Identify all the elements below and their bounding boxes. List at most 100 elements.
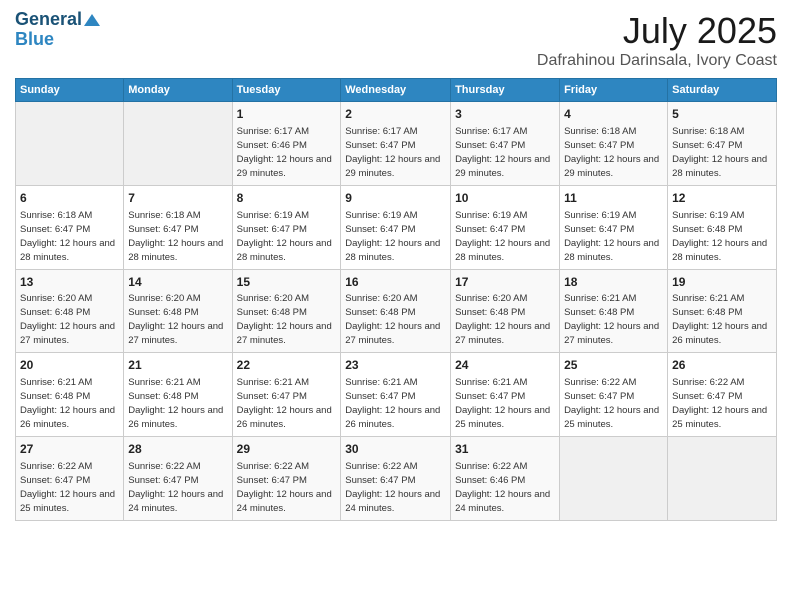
day-number: 25 bbox=[564, 357, 663, 374]
calendar-cell: 23 Sunrise: 6:21 AM Sunset: 6:47 PM Dayli… bbox=[341, 353, 451, 437]
calendar-cell: 12 Sunrise: 6:19 AM Sunset: 6:48 PM Dayli… bbox=[668, 185, 777, 269]
day-info: Sunrise: 6:21 AM Sunset: 6:48 PM Dayligh… bbox=[128, 377, 223, 430]
day-info: Sunrise: 6:18 AM Sunset: 6:47 PM Dayligh… bbox=[128, 210, 223, 263]
day-info: Sunrise: 6:19 AM Sunset: 6:47 PM Dayligh… bbox=[345, 210, 440, 263]
day-number: 24 bbox=[455, 357, 555, 374]
calendar-cell: 13 Sunrise: 6:20 AM Sunset: 6:48 PM Dayli… bbox=[16, 269, 124, 353]
day-info: Sunrise: 6:20 AM Sunset: 6:48 PM Dayligh… bbox=[20, 293, 115, 346]
calendar-cell: 25 Sunrise: 6:22 AM Sunset: 6:47 PM Dayli… bbox=[560, 353, 668, 437]
day-info: Sunrise: 6:17 AM Sunset: 6:47 PM Dayligh… bbox=[455, 126, 550, 179]
day-number: 4 bbox=[564, 106, 663, 123]
day-info: Sunrise: 6:20 AM Sunset: 6:48 PM Dayligh… bbox=[237, 293, 332, 346]
calendar-cell bbox=[560, 437, 668, 521]
day-number: 8 bbox=[237, 190, 337, 207]
day-info: Sunrise: 6:19 AM Sunset: 6:47 PM Dayligh… bbox=[237, 210, 332, 263]
day-number: 20 bbox=[20, 357, 119, 374]
day-number: 21 bbox=[128, 357, 227, 374]
calendar-cell bbox=[16, 102, 124, 186]
calendar-header-row: SundayMondayTuesdayWednesdayThursdayFrid… bbox=[16, 79, 777, 102]
logo: General Blue bbox=[15, 10, 100, 50]
calendar-cell: 20Sunrise: 6:21 AM Sunset: 6:48 PM Dayli… bbox=[16, 353, 124, 437]
day-number: 1 bbox=[237, 106, 337, 123]
calendar-cell: 9 Sunrise: 6:19 AM Sunset: 6:47 PM Daylig… bbox=[341, 185, 451, 269]
day-info: Sunrise: 6:17 AM Sunset: 6:46 PM Dayligh… bbox=[237, 126, 332, 179]
calendar-cell: 29 Sunrise: 6:22 AM Sunset: 6:47 PM Dayli… bbox=[232, 437, 341, 521]
logo-text-general: General bbox=[15, 10, 82, 30]
header-saturday: Saturday bbox=[668, 79, 777, 102]
day-number: 9 bbox=[345, 190, 446, 207]
day-number: 28 bbox=[128, 441, 227, 458]
calendar-cell: 8 Sunrise: 6:19 AM Sunset: 6:47 PM Daylig… bbox=[232, 185, 341, 269]
day-info: Sunrise: 6:21 AM Sunset: 6:48 PM Dayligh… bbox=[672, 293, 767, 346]
day-number: 5 bbox=[672, 106, 772, 123]
header-sunday: Sunday bbox=[16, 79, 124, 102]
week-row-5: 27Sunrise: 6:22 AM Sunset: 6:47 PM Dayli… bbox=[16, 437, 777, 521]
day-info: Sunrise: 6:18 AM Sunset: 6:47 PM Dayligh… bbox=[672, 126, 767, 179]
day-info: Sunrise: 6:22 AM Sunset: 6:47 PM Dayligh… bbox=[237, 461, 332, 514]
day-number: 6 bbox=[20, 190, 119, 207]
day-number: 16 bbox=[345, 274, 446, 291]
day-number: 7 bbox=[128, 190, 227, 207]
calendar-cell: 10Sunrise: 6:19 AM Sunset: 6:47 PM Dayli… bbox=[451, 185, 560, 269]
header-monday: Monday bbox=[124, 79, 232, 102]
day-number: 29 bbox=[237, 441, 337, 458]
calendar-cell: 14 Sunrise: 6:20 AM Sunset: 6:48 PM Dayli… bbox=[124, 269, 232, 353]
day-number: 31 bbox=[455, 441, 555, 458]
calendar-cell bbox=[668, 437, 777, 521]
day-number: 14 bbox=[128, 274, 227, 291]
day-number: 22 bbox=[237, 357, 337, 374]
week-row-2: 6 Sunrise: 6:18 AM Sunset: 6:47 PM Daylig… bbox=[16, 185, 777, 269]
calendar-cell: 1 Sunrise: 6:17 AM Sunset: 6:46 PM Daylig… bbox=[232, 102, 341, 186]
day-info: Sunrise: 6:17 AM Sunset: 6:47 PM Dayligh… bbox=[345, 126, 440, 179]
day-info: Sunrise: 6:21 AM Sunset: 6:47 PM Dayligh… bbox=[455, 377, 550, 430]
day-info: Sunrise: 6:20 AM Sunset: 6:48 PM Dayligh… bbox=[128, 293, 223, 346]
header: General Blue July 2025 Dafrahinou Darins… bbox=[15, 10, 777, 70]
page-subtitle: Dafrahinou Darinsala, Ivory Coast bbox=[537, 52, 777, 70]
day-info: Sunrise: 6:22 AM Sunset: 6:47 PM Dayligh… bbox=[672, 377, 767, 430]
calendar-cell: 11 Sunrise: 6:19 AM Sunset: 6:47 PM Dayli… bbox=[560, 185, 668, 269]
calendar-cell: 16 Sunrise: 6:20 AM Sunset: 6:48 PM Dayli… bbox=[341, 269, 451, 353]
day-number: 18 bbox=[564, 274, 663, 291]
calendar-cell: 19 Sunrise: 6:21 AM Sunset: 6:48 PM Dayli… bbox=[668, 269, 777, 353]
day-number: 19 bbox=[672, 274, 772, 291]
logo-line2: Blue bbox=[15, 30, 54, 50]
day-number: 26 bbox=[672, 357, 772, 374]
calendar-cell: 27Sunrise: 6:22 AM Sunset: 6:47 PM Dayli… bbox=[16, 437, 124, 521]
calendar-cell: 2 Sunrise: 6:17 AM Sunset: 6:47 PM Daylig… bbox=[341, 102, 451, 186]
day-number: 17 bbox=[455, 274, 555, 291]
calendar-cell: 18 Sunrise: 6:21 AM Sunset: 6:48 PM Dayli… bbox=[560, 269, 668, 353]
day-number: 3 bbox=[455, 106, 555, 123]
day-number: 10 bbox=[455, 190, 555, 207]
page: General Blue July 2025 Dafrahinou Darins… bbox=[0, 0, 792, 612]
calendar-cell: 28 Sunrise: 6:22 AM Sunset: 6:47 PM Dayli… bbox=[124, 437, 232, 521]
day-info: Sunrise: 6:22 AM Sunset: 6:47 PM Dayligh… bbox=[564, 377, 659, 430]
calendar-cell: 5 Sunrise: 6:18 AM Sunset: 6:47 PM Daylig… bbox=[668, 102, 777, 186]
day-info: Sunrise: 6:22 AM Sunset: 6:47 PM Dayligh… bbox=[345, 461, 440, 514]
calendar-cell: 6Sunrise: 6:18 AM Sunset: 6:47 PM Daylig… bbox=[16, 185, 124, 269]
header-tuesday: Tuesday bbox=[232, 79, 341, 102]
day-info: Sunrise: 6:20 AM Sunset: 6:48 PM Dayligh… bbox=[345, 293, 440, 346]
day-number: 30 bbox=[345, 441, 446, 458]
day-info: Sunrise: 6:20 AM Sunset: 6:48 PM Dayligh… bbox=[455, 293, 550, 346]
calendar-cell: 21 Sunrise: 6:21 AM Sunset: 6:48 PM Dayli… bbox=[124, 353, 232, 437]
header-thursday: Thursday bbox=[451, 79, 560, 102]
day-info: Sunrise: 6:22 AM Sunset: 6:47 PM Dayligh… bbox=[128, 461, 223, 514]
day-number: 11 bbox=[564, 190, 663, 207]
day-info: Sunrise: 6:22 AM Sunset: 6:46 PM Dayligh… bbox=[455, 461, 550, 514]
calendar-cell: 31 Sunrise: 6:22 AM Sunset: 6:46 PM Dayli… bbox=[451, 437, 560, 521]
calendar-cell: 4Sunrise: 6:18 AM Sunset: 6:47 PM Daylig… bbox=[560, 102, 668, 186]
calendar-cell: 3 Sunrise: 6:17 AM Sunset: 6:47 PM Daylig… bbox=[451, 102, 560, 186]
day-number: 13 bbox=[20, 274, 119, 291]
day-info: Sunrise: 6:21 AM Sunset: 6:48 PM Dayligh… bbox=[564, 293, 659, 346]
day-number: 23 bbox=[345, 357, 446, 374]
calendar-cell: 24 Sunrise: 6:21 AM Sunset: 6:47 PM Dayli… bbox=[451, 353, 560, 437]
day-info: Sunrise: 6:21 AM Sunset: 6:47 PM Dayligh… bbox=[345, 377, 440, 430]
calendar-cell: 26 Sunrise: 6:22 AM Sunset: 6:47 PM Dayli… bbox=[668, 353, 777, 437]
page-title: July 2025 bbox=[537, 10, 777, 52]
day-info: Sunrise: 6:19 AM Sunset: 6:48 PM Dayligh… bbox=[672, 210, 767, 263]
logo-text-blue: Blue bbox=[15, 30, 54, 50]
day-number: 2 bbox=[345, 106, 446, 123]
day-number: 12 bbox=[672, 190, 772, 207]
calendar-cell: 17 Sunrise: 6:20 AM Sunset: 6:48 PM Dayli… bbox=[451, 269, 560, 353]
day-info: Sunrise: 6:19 AM Sunset: 6:47 PM Dayligh… bbox=[564, 210, 659, 263]
